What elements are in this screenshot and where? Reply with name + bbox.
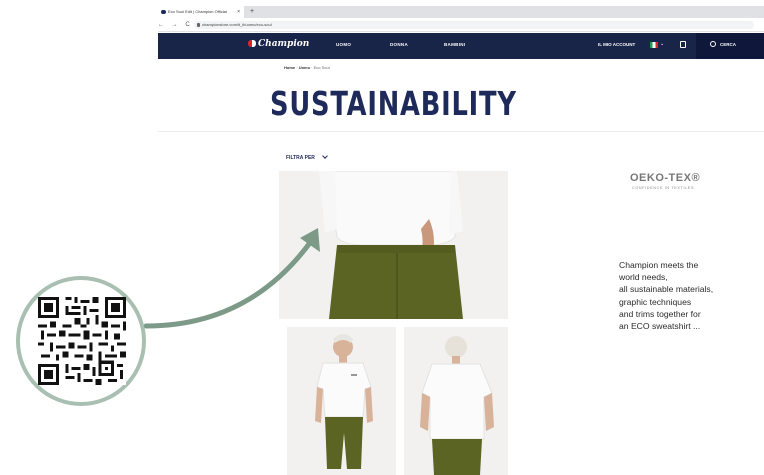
curved-arrow-icon — [143, 228, 320, 329]
qr-code-icon[interactable] — [38, 297, 126, 385]
